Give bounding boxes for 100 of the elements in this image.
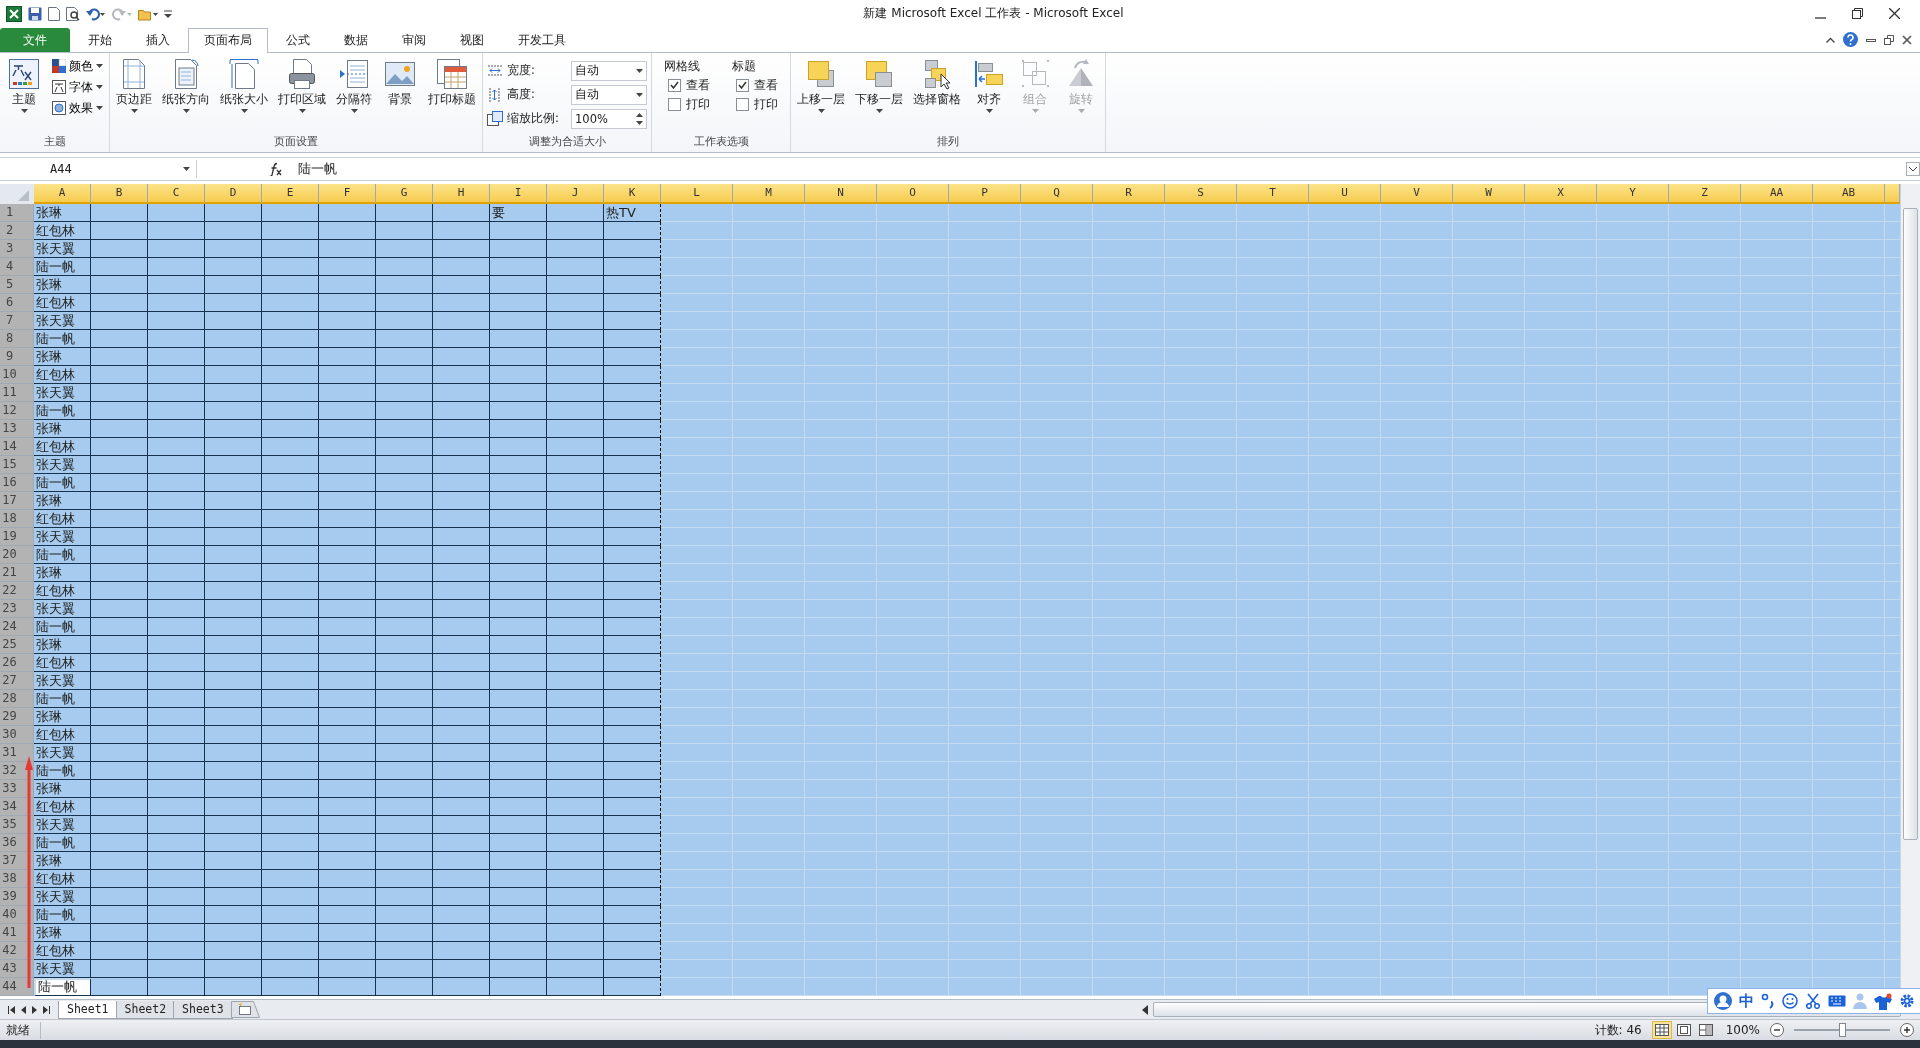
row-header[interactable]: 15 — [0, 456, 34, 475]
row-header[interactable]: 21 — [0, 564, 34, 583]
customize-toolbar-icon[interactable] — [164, 8, 172, 19]
insert-sheet-icon[interactable] — [230, 1001, 261, 1019]
user-avatar-icon[interactable] — [1714, 992, 1732, 1010]
shirt-icon[interactable] — [1874, 992, 1892, 1010]
row-header[interactable]: 24 — [0, 618, 34, 637]
row-header[interactable]: 10 — [0, 366, 34, 385]
ribbon-button[interactable]: 颜色 — [50, 57, 105, 75]
column-header[interactable]: L — [661, 184, 733, 205]
ribbon-button[interactable]: 打印区域 — [276, 54, 328, 135]
row-header[interactable]: 20 — [0, 546, 34, 565]
row-header[interactable]: 31 — [0, 744, 34, 763]
restore-icon[interactable] — [1852, 8, 1863, 20]
row-header[interactable]: 9 — [0, 348, 34, 367]
first-sheet-icon[interactable] — [8, 1005, 15, 1014]
ribbon-tab[interactable]: 开始 — [72, 27, 128, 52]
row-header[interactable]: 11 — [0, 384, 34, 403]
undo-icon[interactable] — [86, 6, 106, 21]
row-header[interactable]: 28 — [0, 690, 34, 709]
ribbon-button[interactable]: 背景 — [380, 54, 420, 135]
column-header[interactable]: K — [604, 184, 661, 205]
scissors-icon[interactable] — [1805, 993, 1821, 1009]
punctuation-icon[interactable] — [1761, 993, 1775, 1009]
ribbon-tab[interactable]: 页面布局 — [188, 27, 268, 53]
column-header[interactable]: F — [319, 184, 376, 205]
row-header[interactable]: 2 — [0, 222, 34, 241]
row-header[interactable]: 4 — [0, 258, 34, 277]
keyboard-icon[interactable] — [1828, 995, 1846, 1007]
save-icon[interactable] — [28, 6, 42, 21]
column-header[interactable]: J — [547, 184, 604, 205]
ribbon-button[interactable]: 页边距 — [114, 54, 154, 135]
column-header[interactable]: U — [1309, 184, 1381, 205]
column-header[interactable]: M — [733, 184, 805, 205]
row-header[interactable]: 1 — [0, 204, 34, 223]
column-header[interactable]: R — [1093, 184, 1165, 205]
ribbon-button[interactable]: 分隔符 — [334, 54, 374, 135]
help-icon[interactable] — [1843, 32, 1858, 48]
last-sheet-icon[interactable] — [43, 1005, 50, 1014]
previous-sheet-icon[interactable] — [21, 1005, 26, 1014]
ribbon-button[interactable]: 打印标题 — [426, 54, 478, 135]
close-icon[interactable] — [1889, 8, 1900, 20]
ribbon-tab[interactable]: 数据 — [328, 27, 384, 52]
row-header[interactable]: 3 — [0, 240, 34, 259]
spreadsheet-app-icon[interactable] — [6, 5, 22, 22]
column-header[interactable]: N — [805, 184, 877, 205]
column-header[interactable]: P — [949, 184, 1021, 205]
row-header[interactable]: 13 — [0, 420, 34, 439]
checkbox[interactable] — [736, 78, 749, 92]
column-header[interactable]: G — [376, 184, 433, 205]
row-header[interactable]: 5 — [0, 276, 34, 295]
column-header[interactable]: AB — [1813, 184, 1885, 205]
column-header[interactable]: I — [490, 184, 547, 205]
column-header[interactable]: Q — [1021, 184, 1093, 205]
column-header[interactable]: W — [1453, 184, 1525, 205]
sheet-tab[interactable]: Sheet1 — [58, 1000, 118, 1019]
formula-field[interactable]: 陆一帆 — [290, 160, 1906, 179]
row-header[interactable]: 44 — [0, 978, 34, 997]
smiley-icon[interactable] — [1782, 993, 1798, 1009]
row-header[interactable]: 17 — [0, 492, 34, 511]
name-box[interactable]: A44 — [0, 160, 197, 179]
ribbon-tab[interactable]: 插入 — [130, 27, 186, 52]
column-header[interactable]: C — [148, 184, 205, 205]
row-header[interactable]: 16 — [0, 474, 34, 493]
ribbon-button[interactable]: 上移一层 — [795, 54, 847, 135]
ribbon-button[interactable]: 选择窗格 — [911, 54, 963, 135]
column-header[interactable]: A — [34, 184, 91, 205]
ribbon-tab[interactable]: 公式 — [270, 27, 326, 52]
slider-thumb[interactable] — [1839, 1023, 1846, 1038]
ribbon-button[interactable]: 对齐 — [969, 54, 1009, 135]
ribbon-button[interactable]: 纸张大小 — [218, 54, 270, 135]
checkbox[interactable] — [736, 97, 749, 111]
input-mode-label[interactable]: 中 — [1739, 991, 1754, 1011]
column-header[interactable]: V — [1381, 184, 1453, 205]
column-header[interactable]: Y — [1597, 184, 1669, 205]
next-sheet-icon[interactable] — [32, 1005, 37, 1014]
column-header[interactable]: S — [1165, 184, 1237, 205]
zoom-in-icon[interactable] — [1900, 1023, 1914, 1038]
column-header[interactable]: X — [1525, 184, 1597, 205]
column-header[interactable]: AA — [1741, 184, 1813, 205]
ribbon-tab[interactable]: 文件 — [0, 27, 70, 52]
row-header[interactable]: 7 — [0, 312, 34, 331]
column-header[interactable]: T — [1237, 184, 1309, 205]
row-header[interactable]: 14 — [0, 438, 34, 457]
row-header[interactable]: 12 — [0, 402, 34, 421]
insert-function-icon[interactable] — [268, 162, 282, 177]
ribbon-tab[interactable]: 审阅 — [386, 27, 442, 52]
ribbon-button[interactable]: 下移一层 — [853, 54, 905, 135]
checkbox[interactable] — [668, 97, 681, 111]
expand-icon[interactable] — [1906, 162, 1920, 177]
scrollbar-thumb[interactable] — [1903, 208, 1918, 841]
scroll-left-icon[interactable] — [1141, 1004, 1149, 1015]
row-header[interactable]: 26 — [0, 654, 34, 673]
row-header[interactable]: 29 — [0, 708, 34, 727]
column-header[interactable]: H — [433, 184, 490, 205]
row-header[interactable]: 23 — [0, 600, 34, 619]
column-header[interactable]: E — [262, 184, 319, 205]
ribbon-button[interactable]: 主题 — [4, 54, 44, 135]
column-header[interactable]: B — [91, 184, 148, 205]
view-button[interactable] — [1651, 1021, 1672, 1040]
